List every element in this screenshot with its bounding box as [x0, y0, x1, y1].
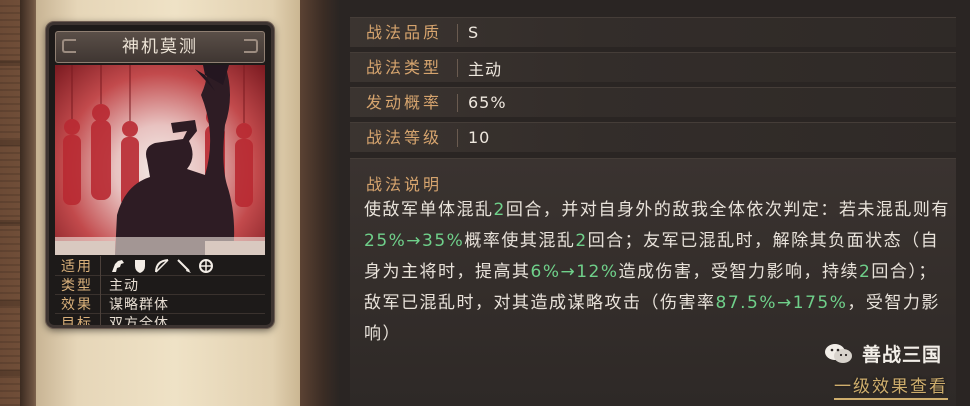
attr-row-effect: 效果 谋略群体	[55, 294, 265, 314]
description-highlight-value: 2	[859, 262, 872, 282]
prop-value: 65%	[468, 93, 507, 112]
attr-label: 效果	[55, 294, 101, 314]
shield-icon	[131, 258, 149, 274]
prop-label: 战法等级	[350, 128, 458, 147]
description-highlight-value: 25%→35%	[364, 231, 465, 251]
siege-icon	[197, 258, 215, 274]
description-title: 战法说明	[366, 175, 443, 194]
skill-name: 神机莫测	[122, 37, 198, 57]
description-segment: 回合，并对自身外的敌我全体依次判定：若未混乱则有	[505, 200, 950, 220]
prop-label: 战法品质	[350, 23, 458, 42]
attr-value: 主动	[109, 278, 139, 294]
bow-icon	[153, 258, 171, 274]
skill-card-title: 神机莫测	[55, 31, 265, 63]
attr-row-applicable: 适用	[55, 256, 265, 276]
strategist-silhouette-art	[55, 65, 265, 255]
description-text: 使敌军单体混乱2回合，并对自身外的敌我全体依次判定：若未混乱则有25%→35%概…	[364, 195, 950, 350]
skill-artwork	[55, 65, 265, 255]
description-segment: 使敌军单体混乱	[364, 200, 494, 220]
view-level-effects-link[interactable]: 一级效果查看	[834, 372, 948, 400]
attr-value: 谋略群体	[109, 297, 169, 313]
description-segment: 造成伤害，受智力影响，持续	[618, 262, 859, 282]
skill-attribute-table: 适用 类型 主动 效果 谋略群体 目标 双方全体	[55, 256, 265, 328]
description-highlight-value: 6%→12%	[530, 262, 619, 282]
skill-description-box: 战法说明 使敌军单体混乱2回合，并对自身外的敌我全体依次判定：若未混乱则有25%…	[350, 158, 956, 406]
prop-label: 发动概率	[350, 93, 458, 112]
attr-label: 目标	[55, 313, 101, 325]
spear-icon	[175, 258, 193, 274]
description-segment: 概率使其混乱	[464, 231, 576, 251]
skill-card: 神机莫测 适用 类型 主动 效果 谋略群体 目标 双方全体	[46, 22, 274, 328]
description-highlight-value: 2	[575, 231, 588, 251]
description-highlight-value: 87.5%→175%	[715, 293, 848, 313]
description-highlight-value: 2	[493, 200, 506, 220]
attr-label: 类型	[55, 275, 101, 295]
prop-value: 10	[468, 128, 491, 147]
attr-row-target: 目标 双方全体	[55, 313, 265, 328]
attr-label: 适用	[55, 256, 101, 276]
watermark: 善战三国	[824, 340, 942, 367]
attr-row-type: 类型 主动	[55, 275, 265, 295]
prop-row-quality: 战法品质 S	[350, 17, 956, 47]
prop-label: 战法类型	[350, 58, 458, 77]
panel-divider	[300, 0, 340, 406]
wechat-icon	[824, 343, 852, 363]
prop-row-type: 战法类型 主动	[350, 52, 956, 82]
prop-row-level: 战法等级 10	[350, 122, 956, 152]
prop-value: 主动	[468, 59, 503, 79]
prop-row-probability: 发动概率 65%	[350, 87, 956, 117]
prop-value: S	[468, 23, 480, 42]
title-ornament-left	[62, 39, 76, 53]
troop-type-icons	[101, 258, 215, 274]
cavalry-icon	[109, 258, 127, 274]
title-ornament-right	[244, 39, 258, 53]
watermark-text: 善战三国	[861, 344, 942, 366]
attr-value: 双方全体	[109, 316, 169, 328]
